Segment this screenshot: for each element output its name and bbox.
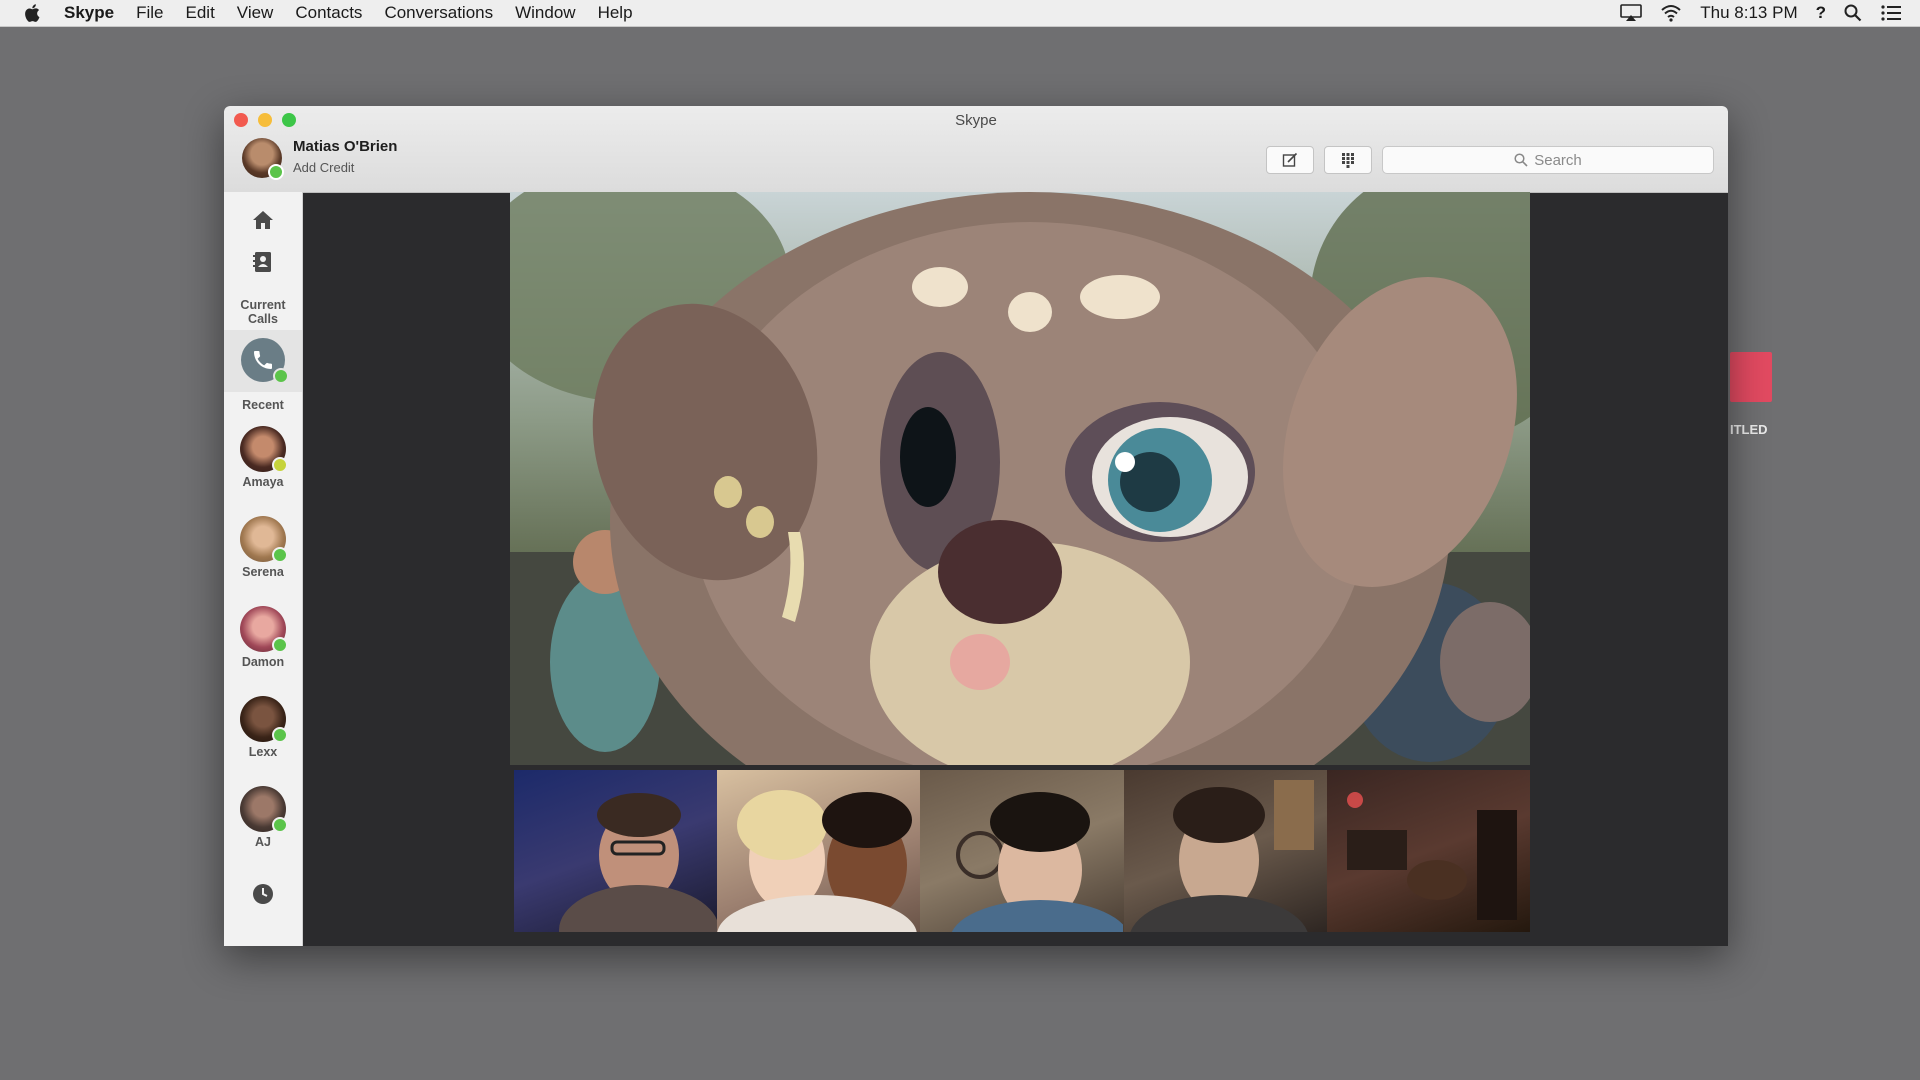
contact-presence-aj	[272, 817, 288, 833]
participant-video-2[interactable]	[717, 770, 921, 932]
window-titlebar: Skype Matias O'Brien Add Credit Search	[224, 106, 1728, 193]
contact-presence-serena	[272, 547, 288, 563]
participant-1-frame	[559, 793, 718, 932]
contact-name-damon[interactable]: Damon	[224, 655, 302, 669]
recent-label: Recent	[242, 398, 284, 412]
search-placeholder: Search	[1534, 151, 1582, 169]
participant-5-frame	[1346, 792, 1517, 920]
contact-name-lexx[interactable]: Lexx	[224, 745, 302, 759]
participant-3-frame	[952, 792, 1124, 932]
search-field[interactable]: Search	[1382, 146, 1714, 174]
contact-name-serena[interactable]: Serena	[224, 565, 302, 579]
current-calls-label: Current Calls	[240, 298, 286, 326]
skype-window: Skype Matias O'Brien Add Credit Search C…	[224, 106, 1728, 946]
help-glyph[interactable]: ?	[1816, 3, 1826, 23]
menu-file[interactable]: File	[136, 3, 163, 23]
contact-name-aj[interactable]: AJ	[224, 835, 302, 849]
profile-name[interactable]: Matias O'Brien	[293, 138, 397, 155]
menu-edit[interactable]: Edit	[186, 3, 215, 23]
compose-icon	[1282, 152, 1298, 167]
participant-video-4[interactable]	[1123, 770, 1327, 932]
participant-video-3[interactable]	[920, 770, 1124, 932]
window-title: Skype	[955, 112, 997, 129]
menu-clock[interactable]: Thu 8:13 PM	[1700, 3, 1797, 23]
dialpad-icon	[1342, 153, 1354, 168]
profile-presence-indicator	[268, 164, 284, 180]
menu-view[interactable]: View	[237, 3, 274, 23]
main-video-feed[interactable]	[510, 192, 1530, 765]
participant-video-1[interactable]	[514, 770, 718, 932]
home-icon[interactable]	[251, 208, 275, 232]
phone-icon	[254, 351, 272, 369]
contact-presence-lexx	[272, 727, 288, 743]
participant-thumbnails	[514, 770, 1531, 932]
menu-window[interactable]: Window	[515, 3, 575, 23]
participant-4-frame	[1130, 780, 1314, 932]
contact-presence-amaya	[272, 457, 288, 473]
new-conversation-button[interactable]	[1266, 146, 1314, 174]
clock-icon[interactable]	[251, 882, 275, 906]
fursuit-video-frame	[510, 192, 1530, 765]
menu-help[interactable]: Help	[598, 3, 633, 23]
menu-contacts[interactable]: Contacts	[295, 3, 362, 23]
dialpad-button[interactable]	[1324, 146, 1372, 174]
notification-center-icon[interactable]	[1880, 4, 1902, 22]
participant-video-5[interactable]	[1326, 770, 1531, 932]
contacts-book-icon[interactable]	[251, 250, 275, 274]
wifi-icon[interactable]	[1660, 4, 1682, 22]
search-icon	[1514, 153, 1528, 167]
contact-name-amaya[interactable]: Amaya	[224, 475, 302, 489]
participant-2-frame	[717, 790, 917, 932]
sidebar: Current Calls Recent Amaya Serena Damon …	[224, 192, 303, 946]
background-window-tile	[1730, 352, 1772, 402]
apple-logo-icon[interactable]	[22, 2, 44, 24]
airplay-icon[interactable]	[1620, 4, 1643, 22]
background-window-label: ITLED	[1730, 422, 1768, 437]
contact-presence-damon	[272, 637, 288, 653]
spotlight-search-icon[interactable]	[1844, 4, 1862, 22]
menu-conversations[interactable]: Conversations	[384, 3, 493, 23]
add-credit-link[interactable]: Add Credit	[293, 160, 354, 175]
current-call-presence	[273, 368, 289, 384]
menu-app-skype[interactable]: Skype	[64, 3, 114, 23]
macos-menu-bar: Skype File Edit View Contacts Conversati…	[0, 0, 1920, 27]
